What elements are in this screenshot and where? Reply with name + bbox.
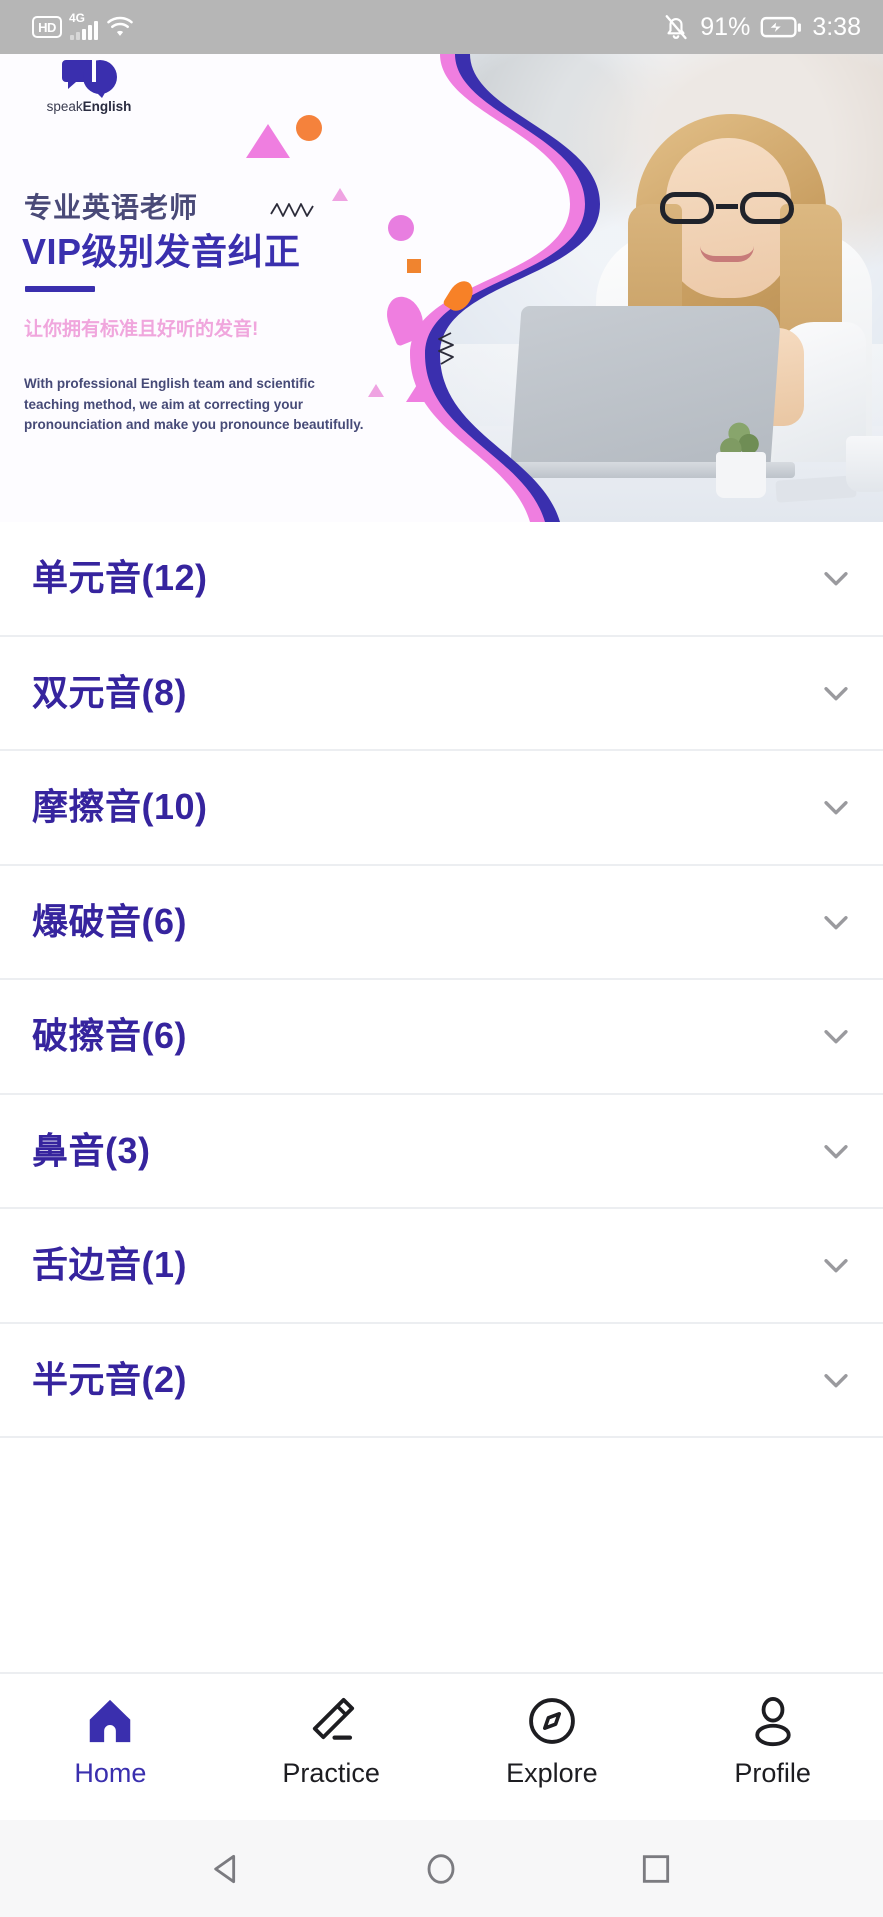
phoneme-category-list: 单元音(12) 双元音(8) 摩擦音(10) 爆破音(6) 破擦音(6) 鼻音(… (0, 522, 883, 1672)
list-item[interactable]: 破擦音(6) (0, 980, 883, 1095)
recents-button[interactable] (629, 1842, 683, 1896)
phoneme-category-label: 爆破音(6) (32, 900, 187, 942)
bell-muted-icon (665, 15, 687, 40)
chevron-down-icon[interactable] (819, 1363, 853, 1397)
banner-subtitle: 让你拥有标准且好听的发音! (24, 319, 259, 340)
home-button[interactable] (414, 1842, 468, 1896)
hd-icon: HD (32, 16, 62, 38)
tab-profile[interactable]: Profile (662, 1674, 883, 1820)
list-item[interactable]: 双元音(8) (0, 636, 883, 751)
android-navigation-bar (0, 1820, 883, 1917)
list-item[interactable]: 摩擦音(10) (0, 751, 883, 866)
bottom-tab-bar: Home Practice Explore Profile (0, 1672, 883, 1820)
speech-bubbles-icon (62, 60, 117, 98)
compass-icon (529, 1697, 575, 1744)
logo-text-light: speak (46, 99, 83, 114)
status-bar: HD 4G 91% 3:38 (0, 0, 883, 54)
plant-pot (716, 452, 766, 498)
clock-label: 3:38 (812, 12, 861, 41)
logo-text-bold: English (82, 99, 132, 114)
promo-banner[interactable]: speakEnglish 专业英语老师 VIP级别发音纠正 让你拥有标准且好听的… (0, 54, 883, 522)
signal-bars-icon: 4G (69, 11, 98, 40)
status-bar-right: 91% 3:38 (662, 12, 861, 42)
tab-label: Explore (506, 1757, 598, 1788)
banner-title-line2: VIP级别发音纠正 (22, 231, 301, 272)
phoneme-category-label: 鼻音(3) (32, 1129, 151, 1171)
recents-square-icon (642, 1854, 669, 1883)
back-triangle-icon (214, 1854, 236, 1883)
person-icon (754, 1696, 791, 1746)
battery-percent-label: 91% (700, 12, 751, 41)
home-icon (90, 1699, 131, 1742)
person-smile (700, 246, 754, 262)
phoneme-category-label: 单元音(12) (32, 557, 208, 599)
chevron-down-icon[interactable] (819, 561, 853, 595)
phoneme-category-label: 摩擦音(10) (32, 786, 208, 828)
phoneme-category-label: 破擦音(6) (32, 1015, 187, 1057)
list-item[interactable]: 舌边音(1) (0, 1209, 883, 1324)
back-button[interactable] (200, 1842, 254, 1896)
glasses-icon (660, 192, 794, 226)
pencil-icon (313, 1697, 355, 1740)
tab-label: Home (74, 1757, 147, 1788)
phoneme-category-label: 舌边音(1) (32, 1244, 187, 1286)
app-logo-text: speakEnglish (34, 100, 144, 114)
chevron-down-icon[interactable] (819, 1134, 853, 1168)
battery-charging-icon (760, 16, 802, 38)
banner-content: speakEnglish 专业英语老师 VIP级别发音纠正 让你拥有标准且好听的… (0, 54, 470, 522)
list-item[interactable]: 半元音(2) (0, 1323, 883, 1438)
chevron-down-icon[interactable] (819, 905, 853, 939)
phoneme-category-label: 双元音(8) (32, 671, 187, 713)
tab-label: Profile (734, 1757, 811, 1788)
app-logo: speakEnglish (34, 58, 144, 124)
banner-description: With professional English team and scien… (24, 376, 364, 433)
chevron-down-icon[interactable] (819, 1248, 853, 1282)
list-item[interactable]: 鼻音(3) (0, 1094, 883, 1209)
network-type-label: 4G (69, 11, 86, 25)
banner-title-line1: 专业英语老师 (24, 192, 199, 223)
banner-accent-rule (25, 286, 95, 292)
chevron-down-icon[interactable] (819, 1019, 853, 1053)
tab-explore[interactable]: Explore (442, 1674, 663, 1820)
status-bar-left: HD 4G (32, 11, 135, 40)
list-item[interactable]: 单元音(12) (0, 522, 883, 637)
home-circle-icon (428, 1853, 455, 1884)
chevron-down-icon[interactable] (819, 676, 853, 710)
tab-home[interactable]: Home (0, 1674, 221, 1820)
cup-on-desk (846, 436, 883, 492)
tab-label: Practice (282, 1757, 380, 1788)
tab-practice[interactable]: Practice (221, 1674, 442, 1820)
wifi-icon (107, 16, 133, 36)
list-item[interactable]: 爆破音(6) (0, 865, 883, 980)
app-root: HD 4G 91% 3:38 speakEnglish 专业英语老师 VIP级别… (0, 0, 883, 1917)
phoneme-category-label: 半元音(2) (32, 1358, 187, 1400)
chevron-down-icon[interactable] (819, 790, 853, 824)
